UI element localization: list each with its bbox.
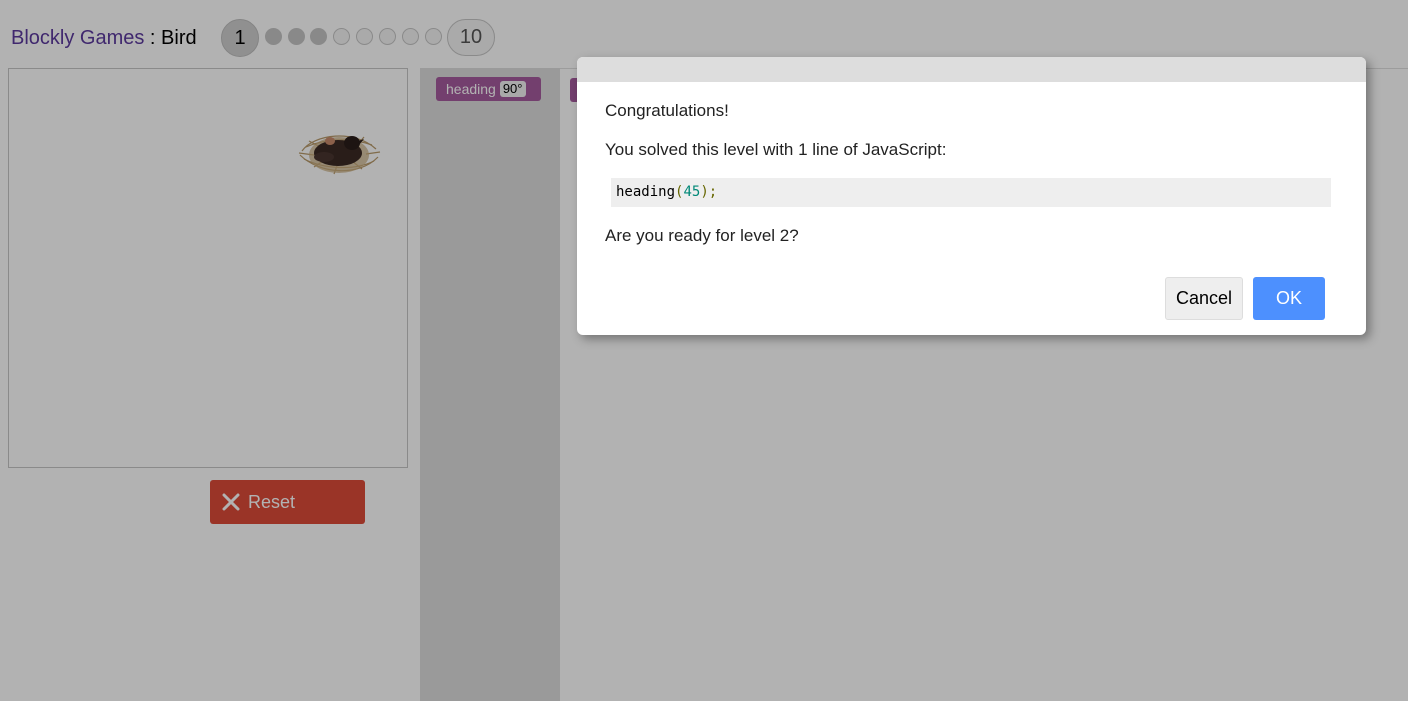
dialog-question-text: Are you ready for level 2? — [605, 226, 799, 245]
dialog-message-text: You solved this level with 1 line of Jav… — [605, 140, 947, 159]
page: Blockly Games : Bird 1 10 Reset heading … — [0, 0, 1408, 701]
congratulations-dialog: Congratulations! You solved this level w… — [577, 57, 1366, 335]
cancel-button[interactable]: Cancel — [1165, 277, 1243, 320]
dialog-titlebar[interactable] — [577, 57, 1366, 82]
code-number: 45 — [683, 184, 701, 200]
ok-button[interactable]: OK — [1253, 277, 1325, 320]
dialog-code-block: heading(45); — [611, 178, 1331, 207]
dialog-congrats-text: Congratulations! — [605, 101, 729, 120]
code-close: ); — [700, 184, 718, 200]
code-function: heading — [616, 184, 676, 200]
